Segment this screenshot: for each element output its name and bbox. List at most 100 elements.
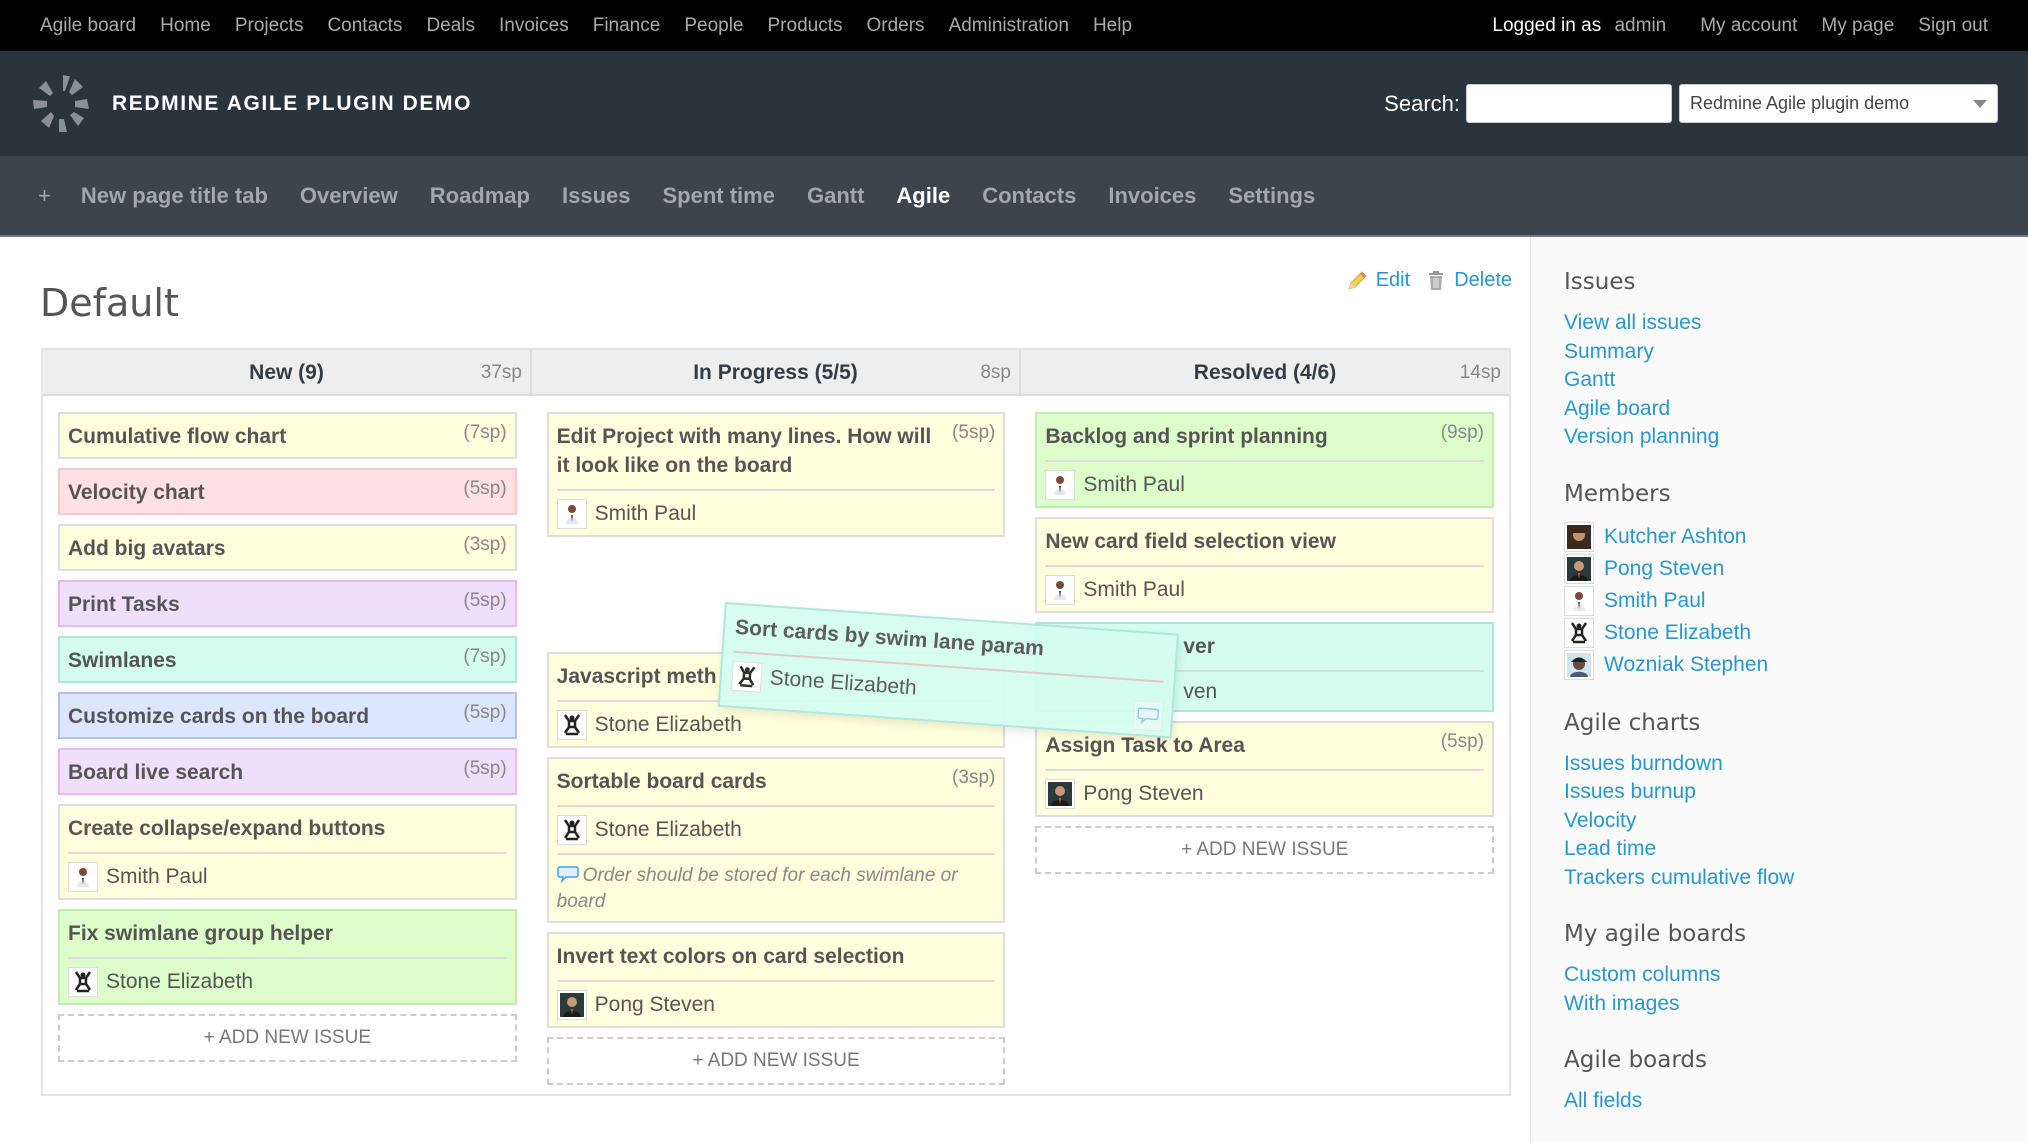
add-new-issue-button[interactable]: + ADD NEW ISSUE bbox=[1035, 826, 1495, 874]
add-new-issue-button[interactable]: + ADD NEW ISSUE bbox=[58, 1014, 517, 1062]
sidebar-link-trackers-cumulative-flow[interactable]: Trackers cumulative flow bbox=[1564, 864, 2028, 893]
assignee-name: ven bbox=[1183, 680, 1218, 703]
card-title[interactable]: Customize cards on the board bbox=[68, 702, 507, 731]
card-title[interactable]: Fix swimlane group helper bbox=[68, 919, 507, 948]
top-link-help[interactable]: Help bbox=[1093, 15, 1132, 37]
issue-card[interactable]: Board live search (5sp) bbox=[58, 748, 517, 795]
issue-card[interactable]: Velocity chart (5sp) bbox=[58, 468, 517, 515]
tab-agile[interactable]: Agile bbox=[896, 183, 950, 209]
sidebar-link-version-planning[interactable]: Version planning bbox=[1564, 423, 2028, 452]
member-link[interactable]: Wozniak Stephen bbox=[1604, 653, 1768, 677]
my-page-link[interactable]: My page bbox=[1821, 15, 1894, 37]
issue-card[interactable]: Cumulative flow chart (7sp) bbox=[58, 412, 517, 459]
sidebar-link-agile-board[interactable]: Agile board bbox=[1564, 395, 2028, 424]
issue-card[interactable]: Swimlanes (7sp) bbox=[58, 636, 517, 683]
column-title: In Progress (5/5) bbox=[693, 361, 858, 384]
member-link[interactable]: Pong Steven bbox=[1604, 557, 1724, 581]
top-link-projects[interactable]: Projects bbox=[235, 15, 304, 37]
tab-roadmap[interactable]: Roadmap bbox=[430, 183, 530, 209]
assignee-name: Stone Elizabeth bbox=[594, 818, 742, 841]
card-title[interactable]: Board live search bbox=[68, 758, 507, 787]
card-title[interactable]: Assign Task to Area bbox=[1045, 731, 1484, 760]
tab-invoices[interactable]: Invoices bbox=[1108, 183, 1196, 209]
header: REDMINE AGILE PLUGIN DEMO Search: Redmin… bbox=[0, 51, 2028, 156]
avatar-stone-elizabeth-icon bbox=[68, 967, 98, 997]
sidebar-link-view-all-issues[interactable]: View all issues bbox=[1564, 309, 2028, 338]
search-input[interactable] bbox=[1466, 84, 1672, 123]
top-link-deals[interactable]: Deals bbox=[426, 15, 475, 37]
top-link-administration[interactable]: Administration bbox=[949, 15, 1069, 37]
sidebar-link-with-images[interactable]: With images bbox=[1564, 990, 2028, 1019]
issue-card[interactable]: New card field selection view Smith Paul bbox=[1035, 517, 1495, 613]
sidebar-link-velocity[interactable]: Velocity bbox=[1564, 807, 2028, 836]
tab-new-page-title[interactable]: New page title tab bbox=[81, 183, 268, 209]
card-story-points: (5sp) bbox=[1440, 731, 1485, 752]
add-new-issue-button[interactable]: + ADD NEW ISSUE bbox=[546, 1037, 1006, 1085]
sidebar-link-gantt[interactable]: Gantt bbox=[1564, 366, 2028, 395]
card-title[interactable]: Sortable board cards bbox=[557, 767, 996, 796]
board-header: New (9) 37sp In Progress (5/5) 8sp Resol… bbox=[43, 350, 1509, 396]
logged-in-user-link[interactable]: admin bbox=[1614, 15, 1666, 36]
card-title[interactable]: Velocity chart bbox=[68, 478, 507, 507]
issue-card[interactable]: Create collapse/expand buttons Smith Pau… bbox=[58, 804, 517, 900]
top-link-invoices[interactable]: Invoices bbox=[499, 15, 569, 37]
tab-spent-time[interactable]: Spent time bbox=[663, 183, 775, 209]
sidebar-link-issues-burndown[interactable]: Issues burndown bbox=[1564, 750, 2028, 779]
redmine-logo-icon bbox=[33, 74, 89, 132]
card-story-points: (5sp) bbox=[952, 422, 996, 443]
issue-card[interactable]: Add big avatars (3sp) bbox=[58, 524, 517, 571]
card-title[interactable]: Backlog and sprint planning bbox=[1045, 422, 1484, 451]
card-title[interactable]: Print Tasks bbox=[68, 590, 507, 619]
avatar-kutcher-ashton-icon bbox=[1564, 521, 1594, 552]
issue-card[interactable]: Edit Project with many lines. How will i… bbox=[546, 412, 1006, 537]
edit-button[interactable]: Edit bbox=[1346, 269, 1410, 292]
project-select-value: Redmine Agile plugin demo bbox=[1690, 93, 1910, 113]
card-last-comment: Order should be stored for each swimlane… bbox=[556, 853, 996, 915]
card-story-points: (5sp) bbox=[463, 478, 507, 499]
sidebar-link-issues-burnup[interactable]: Issues burnup bbox=[1564, 778, 2028, 807]
board-columns: Cumulative flow chart (7sp) Velocity char… bbox=[43, 396, 1509, 1085]
tab-issues[interactable]: Issues bbox=[562, 183, 631, 209]
card-title[interactable]: Add big avatars bbox=[68, 534, 507, 563]
tab-overview[interactable]: Overview bbox=[300, 183, 398, 209]
project-jump-select[interactable]: Redmine Agile plugin demo bbox=[1679, 84, 1998, 123]
member-link[interactable]: Stone Elizabeth bbox=[1604, 621, 1751, 645]
member-item: Wozniak Stephen bbox=[1564, 649, 2028, 681]
card-title[interactable]: Create collapse/expand buttons bbox=[68, 814, 507, 843]
issue-card[interactable]: Assign Task to Area (5sp) Pong Steven bbox=[1035, 721, 1495, 817]
top-link-finance[interactable]: Finance bbox=[593, 15, 661, 37]
sidebar-link-lead-time[interactable]: Lead time bbox=[1564, 835, 2028, 864]
sign-out-link[interactable]: Sign out bbox=[1918, 15, 1988, 37]
issue-card[interactable]: Customize cards on the board (5sp) bbox=[58, 692, 517, 739]
issue-card[interactable]: Backlog and sprint planning (9sp) Smith … bbox=[1035, 412, 1495, 508]
sidebar-link-custom-columns[interactable]: Custom columns bbox=[1564, 961, 2028, 990]
card-title[interactable]: Cumulative flow chart bbox=[68, 422, 507, 451]
issue-card[interactable]: Print Tasks (5sp) bbox=[58, 580, 517, 627]
issue-card[interactable]: Invert text colors on card selection Pon… bbox=[546, 932, 1006, 1028]
top-link-people[interactable]: People bbox=[684, 15, 743, 37]
sidebar-link-summary[interactable]: Summary bbox=[1564, 338, 2028, 367]
top-link-contacts[interactable]: Contacts bbox=[327, 15, 402, 37]
avatar-stone-elizabeth-icon bbox=[1564, 617, 1594, 648]
card-title[interactable]: Invert text colors on card selection bbox=[557, 942, 996, 971]
tab-settings[interactable]: Settings bbox=[1228, 183, 1315, 209]
member-link[interactable]: Smith Paul bbox=[1604, 589, 1706, 613]
top-link-products[interactable]: Products bbox=[768, 15, 843, 37]
avatar-smith-paul-icon bbox=[556, 499, 587, 529]
issue-card[interactable]: Sortable board cards (3sp) Stone Elizabe… bbox=[546, 757, 1006, 923]
top-link-orders[interactable]: Orders bbox=[866, 15, 924, 37]
delete-button[interactable]: Delete bbox=[1426, 269, 1512, 292]
top-link-home[interactable]: Home bbox=[160, 15, 211, 37]
card-title[interactable]: Edit Project with many lines. How will i… bbox=[557, 422, 996, 480]
assignee-name: Stone Elizabeth bbox=[769, 666, 918, 700]
tab-contacts[interactable]: Contacts bbox=[982, 183, 1076, 209]
issue-card[interactable]: Fix swimlane group helper Stone Elizabet… bbox=[58, 909, 517, 1005]
sidebar-link-all-fields[interactable]: All fields bbox=[1564, 1087, 2028, 1116]
top-link-agile-board[interactable]: Agile board bbox=[40, 15, 136, 37]
new-object-plus-button[interactable]: + bbox=[38, 183, 51, 209]
card-title[interactable]: New card field selection view bbox=[1045, 527, 1484, 556]
member-link[interactable]: Kutcher Ashton bbox=[1604, 525, 1746, 549]
card-title[interactable]: Swimlanes bbox=[68, 646, 507, 675]
my-account-link[interactable]: My account bbox=[1700, 15, 1797, 37]
tab-gantt[interactable]: Gantt bbox=[807, 183, 864, 209]
